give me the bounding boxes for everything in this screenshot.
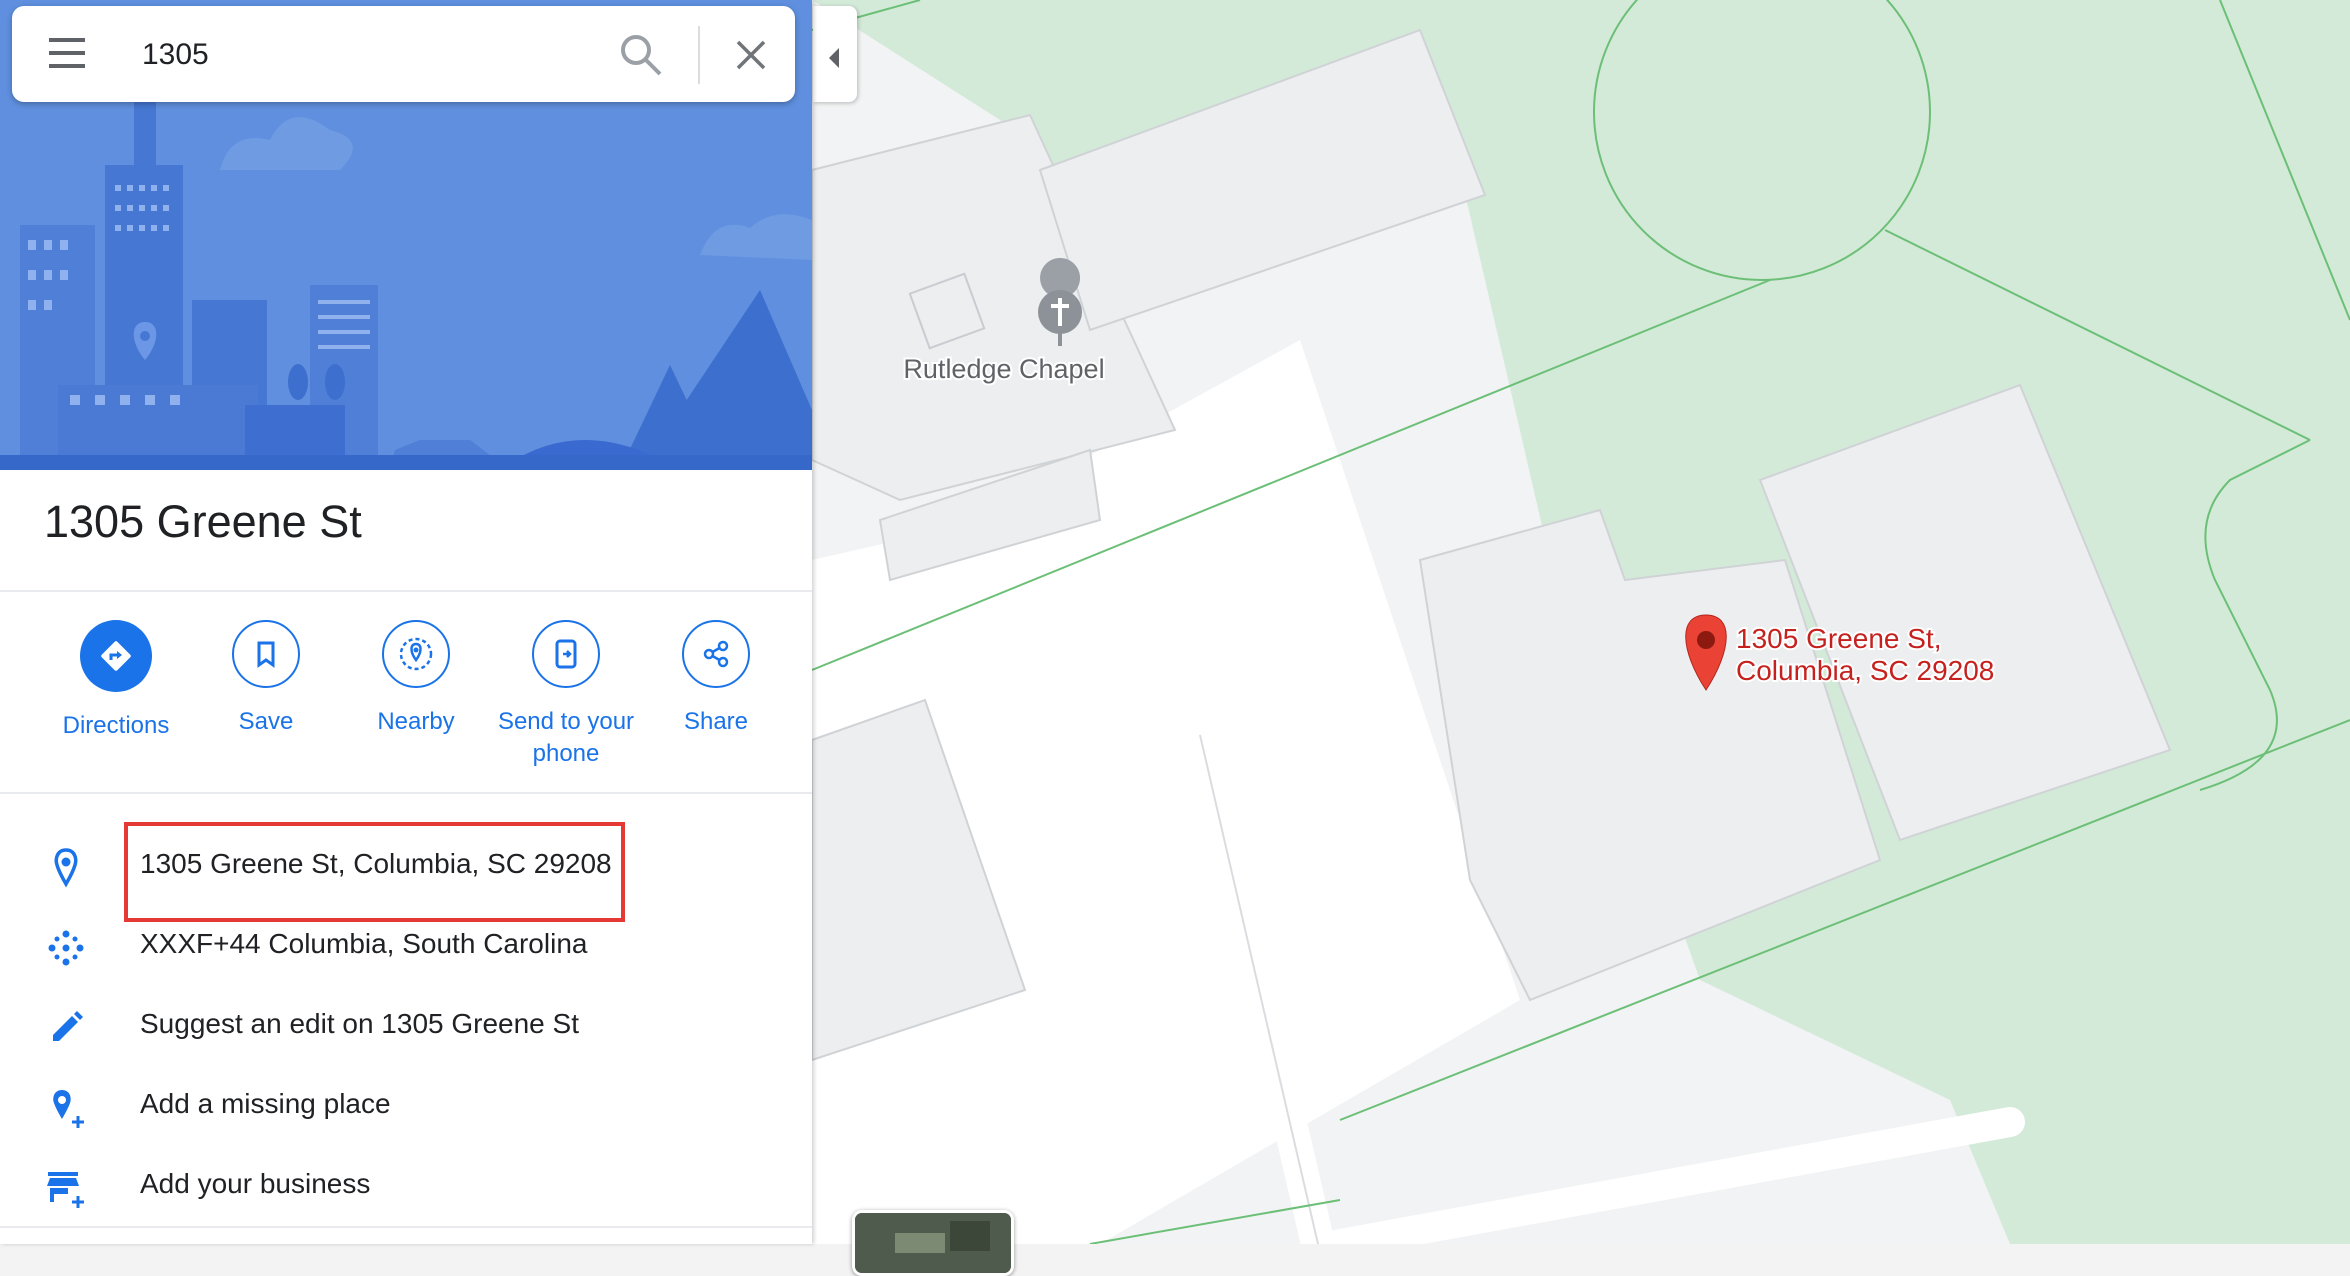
add-business-row[interactable]: Add your business [0, 1150, 812, 1222]
nearby-button[interactable]: Nearby [346, 620, 486, 738]
side-panel: 1305 Greene St Directions Save Nearby Se… [0, 0, 812, 1244]
add-missing-place-row[interactable]: Add a missing place [0, 1070, 812, 1142]
marker-label-line2: Columbia, SC 29208 [1736, 655, 1994, 686]
bookmark-icon [257, 641, 275, 668]
place-title: 1305 Greene St [44, 496, 362, 547]
action-label: Send to your phone [497, 708, 635, 767]
suggest-edit-text: Suggest an edit on 1305 Greene St [140, 1008, 579, 1039]
directions-icon [101, 641, 131, 671]
add-business-text: Add your business [140, 1168, 371, 1199]
send-to-phone-icon [555, 639, 577, 669]
share-icon [703, 640, 729, 668]
add-place-icon [53, 1090, 84, 1128]
search-icon[interactable] [618, 32, 664, 78]
collapse-panel-button[interactable] [813, 6, 857, 102]
search-input[interactable] [140, 28, 604, 82]
caret-left-icon [829, 48, 839, 68]
action-label: Nearby [377, 708, 455, 735]
plus-code-text: XXXF+44 Columbia, South Carolina [140, 928, 588, 959]
save-button[interactable]: Save [196, 620, 336, 738]
satellite-thumbnail[interactable] [852, 1210, 1014, 1276]
close-icon[interactable] [730, 34, 772, 76]
plus-code-icon [48, 930, 84, 966]
search-divider [698, 26, 700, 84]
add-missing-place-text: Add a missing place [140, 1088, 391, 1119]
divider [0, 1226, 812, 1228]
marker-label-line1: 1305 Greene St, [1736, 623, 1941, 654]
action-label: Save [238, 708, 294, 735]
poi-label[interactable]: Rutledge Chapel [901, 352, 1106, 386]
share-button[interactable]: Share [646, 620, 786, 738]
action-label: Directions [62, 712, 170, 739]
location-pin-icon [54, 848, 78, 888]
add-business-icon [47, 1172, 84, 1208]
directions-button[interactable]: Directions [46, 620, 186, 742]
menu-icon[interactable] [45, 34, 99, 74]
pencil-icon [53, 1011, 83, 1041]
search-box [12, 6, 795, 102]
highlight-box [124, 822, 625, 922]
send-to-phone-button[interactable]: Send to your phone [496, 620, 636, 770]
divider [0, 590, 812, 592]
suggest-edit-row[interactable]: Suggest an edit on 1305 Greene St [0, 990, 812, 1062]
action-label: Share [683, 708, 749, 735]
nearby-icon [399, 637, 433, 671]
divider [0, 792, 812, 794]
